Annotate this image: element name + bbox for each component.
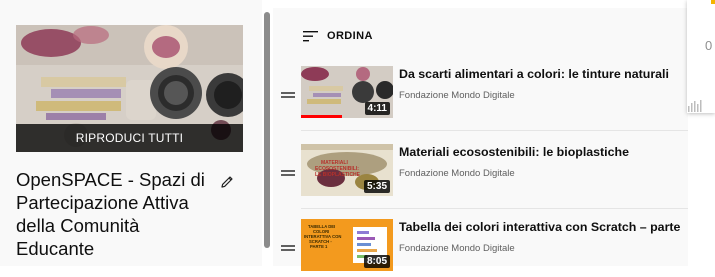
pencil-icon[interactable] — [219, 174, 235, 190]
play-all-button[interactable]: RIPRODUCI TUTTI — [16, 124, 243, 152]
video-row[interactable]: TABELLA DEI COLORI INTERATTIVA CON SCRAT… — [273, 219, 688, 277]
video-thumbnail[interactable]: MATERIALI ECOSOSTENIBILI: LE BIOPLASTICH… — [301, 144, 393, 196]
watch-progress-bar — [301, 115, 343, 118]
drag-handle-icon[interactable] — [281, 170, 295, 176]
video-title[interactable]: Materiali ecosostenibili: le bioplastich… — [399, 145, 684, 160]
video-title[interactable]: Da scarti alimentari a colori: le tintur… — [399, 67, 684, 82]
video-duration: 4:11 — [364, 102, 390, 115]
video-row[interactable]: MATERIALI ECOSOSTENIBILI: LE BIOPLASTICH… — [273, 144, 688, 202]
video-duration: 5:35 — [363, 180, 390, 193]
playlist-title: OpenSPACE - Spazi di Partecipazione Atti… — [16, 169, 205, 259]
sort-button[interactable]: ORDINA — [303, 26, 373, 46]
sort-label: ORDINA — [327, 30, 373, 42]
video-duration: 8:05 — [363, 255, 390, 268]
video-channel[interactable]: Fondazione Mondo Digitale — [399, 168, 515, 179]
playlist-video-list: ORDINA 4:11 Da scarti alimentari a color… — [273, 8, 688, 271]
notification-dot — [711, 0, 715, 4]
playlist-cover-thumbnail[interactable]: RIPRODUCI TUTTI — [16, 25, 243, 152]
video-thumbnail[interactable]: 4:11 — [301, 66, 393, 118]
drag-handle-icon[interactable] — [281, 92, 295, 98]
row-divider — [301, 130, 688, 131]
playlist-header-panel: RIPRODUCI TUTTI OpenSPACE - Spazi di Par… — [0, 0, 262, 266]
thumbnail-overlay-text: LE BIOPLASTICHE — [315, 172, 361, 178]
thumbnail-overlay-text: PARTE 1 — [310, 244, 328, 249]
video-channel[interactable]: Fondazione Mondo Digitale — [399, 90, 515, 101]
side-card-partial: 0 — [687, 0, 715, 113]
video-thumbnail[interactable]: TABELLA DEI COLORI INTERATTIVA CON SCRAT… — [301, 219, 393, 271]
scrollbar-thumb[interactable] — [264, 12, 270, 248]
mini-bar-graph-icon — [688, 100, 702, 112]
side-card-digit: 0 — [705, 38, 713, 53]
row-divider — [301, 208, 688, 209]
video-channel[interactable]: Fondazione Mondo Digitale — [399, 243, 515, 254]
sort-icon — [303, 31, 318, 42]
video-title[interactable]: Tabella dei colori interattiva con Scrat… — [399, 220, 684, 235]
video-row[interactable]: 4:11 Da scarti alimentari a colori: le t… — [273, 66, 688, 124]
drag-handle-icon[interactable] — [281, 245, 295, 251]
